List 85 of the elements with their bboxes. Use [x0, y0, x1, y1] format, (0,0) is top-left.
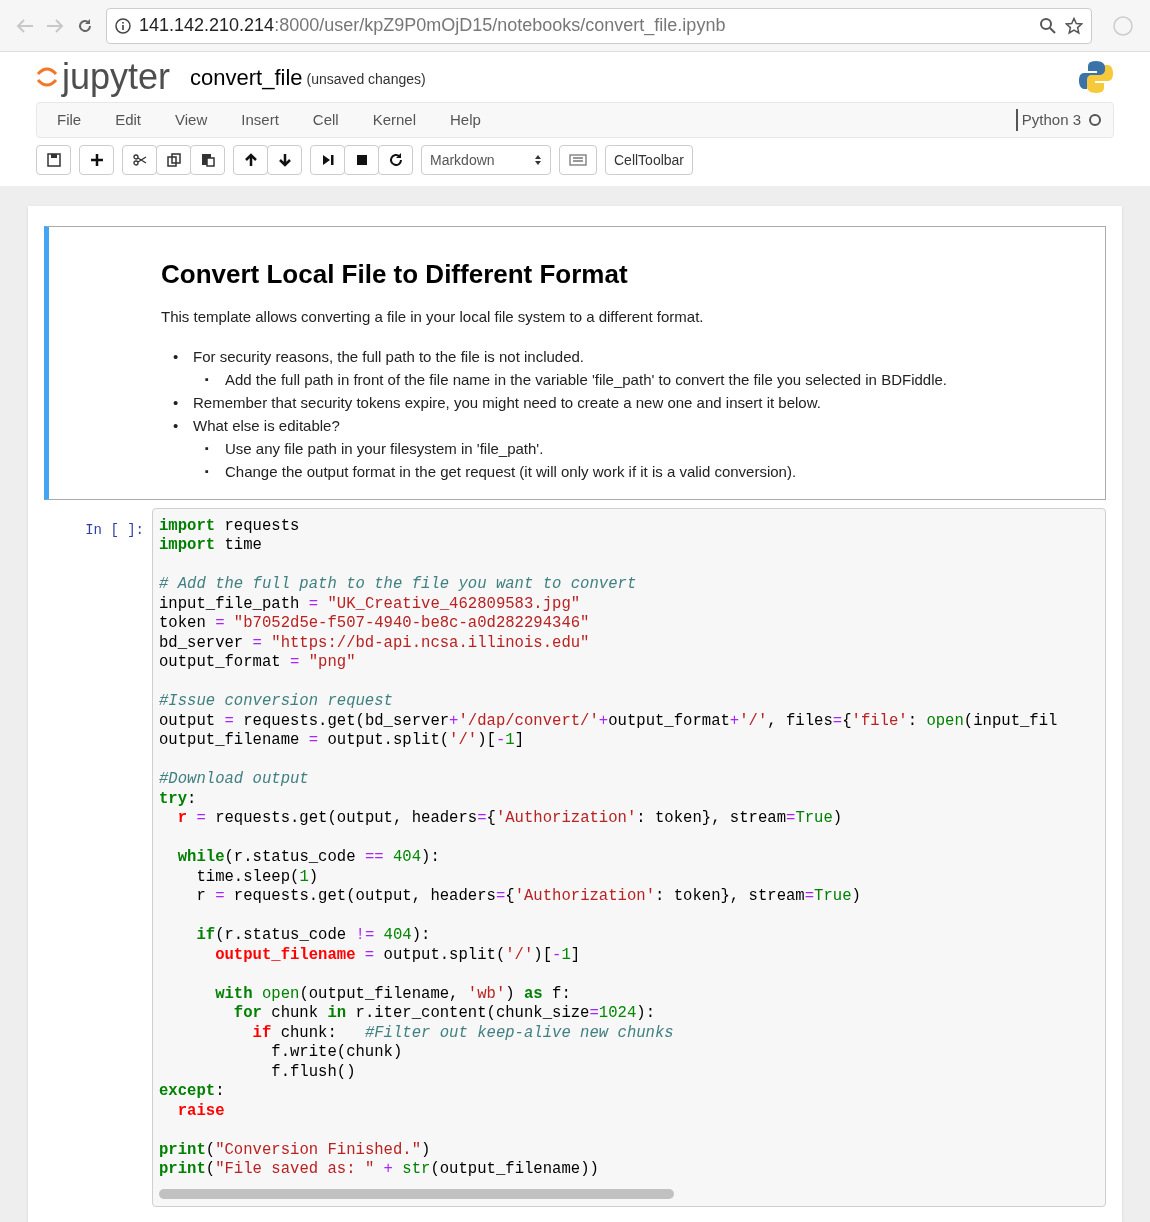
code-line: r = requests.get(output, headers={'Authorization': token}, stream=True): [195, 887, 862, 907]
code-line: try:: [159, 789, 198, 809]
bullet-marker: ▪: [205, 463, 210, 479]
url-text: 141.142.210.214:8000/user/kpZ9P0mOjD15/notebooks/convert_file.ipynb: [139, 14, 727, 38]
code-line: raise: [176, 1101, 226, 1121]
list-item: Use any file path in your filesystem in 'file_path'.: [225, 438, 544, 459]
list-item: Remember that security tokens expire, you might need to create a new one and insert it below.: [193, 392, 821, 413]
keyboard-button[interactable]: [559, 145, 597, 175]
list-item: Add the full path in front of the file name in the variable 'file_path' to convert the file you selected in BDFiddle.: [225, 369, 947, 390]
logo-text: jupyter: [62, 59, 171, 95]
scissors-button[interactable]: [122, 145, 157, 175]
menu-item[interactable]: Cell: [304, 108, 347, 132]
code-line: output_filename = output.split('/')[-1]: [159, 731, 525, 751]
menu-item[interactable]: Kernel: [364, 108, 424, 132]
paragraph: This template allows converting a file in your local file system to a different format.: [161, 307, 705, 327]
code-line: #Download output: [159, 770, 310, 790]
bullet-marker: •: [173, 392, 180, 413]
code-line: #Issue conversion request: [159, 692, 394, 712]
paste-button[interactable]: [190, 145, 225, 175]
code-line: input_file_path = "UK_Creative_462809583.jpg": [159, 594, 582, 614]
arrow-up-button[interactable]: [233, 145, 268, 175]
list-item: For security reasons, the full path to the file is not included.: [193, 346, 585, 367]
code-line: r = requests.get(output, headers={'Authorization': token}, stream=True): [176, 809, 844, 829]
menu-item[interactable]: Help: [442, 108, 489, 132]
menu-item[interactable]: View: [167, 108, 216, 132]
code-line: output_filename = output.split('/')[-1]: [214, 945, 582, 965]
code-line: output_format = "png": [159, 653, 357, 673]
bullet-marker: •: [173, 415, 180, 436]
arrow-down-icon: [276, 152, 293, 168]
cell-type-dropdown[interactable]: Markdown: [421, 145, 551, 175]
code-line: for chunk in r.iter_content(chunk_size=1024):: [232, 1004, 656, 1024]
menu-item[interactable]: File: [49, 108, 90, 132]
code-line: with open(output_filename, 'wb') as f:: [214, 984, 572, 1004]
bullet-marker: ▪: [205, 440, 210, 456]
code-line: time.sleep(1): [195, 867, 320, 887]
star-icon[interactable]: [1065, 16, 1083, 35]
stop-button[interactable]: [344, 145, 379, 175]
code-line: while(r.status_code == 404):: [176, 848, 441, 868]
address-bar[interactable]: 141.142.210.214:8000/user/kpZ9P0mOjD15/notebooks/convert_file.ipynb: [106, 7, 1092, 44]
refresh-icon: [387, 152, 404, 168]
code-line: # Add the full path to the file you want to convert: [159, 575, 638, 595]
list-item: What else is editable?: [193, 415, 340, 436]
plus-icon: [88, 152, 105, 168]
arrow-down-button[interactable]: [267, 145, 302, 175]
code-line: bd_server = "https://bd-api.ncsa.illinois.edu": [159, 633, 591, 653]
notebook-name[interactable]: convert_file: [190, 60, 303, 94]
code-line: token = "b7052d5e-f507-4940-be8c-a0d282294346": [159, 614, 591, 634]
refresh-button[interactable]: [378, 145, 413, 175]
bullet-marker: •: [173, 346, 180, 367]
code-line: print("Conversion Finished."): [159, 1140, 432, 1160]
step-forward-button[interactable]: [310, 145, 345, 175]
jupyter-logo[interactable]: jupyter: [36, 59, 171, 95]
bullet-marker: ▪: [205, 371, 210, 387]
kernel-name[interactable]: Python 3: [1021, 108, 1081, 132]
list-item: Change the output format in the get request (it will only work if it is a valid conversion).: [225, 461, 797, 482]
menu-item[interactable]: Insert: [233, 108, 287, 132]
zoom-icon[interactable]: [1039, 16, 1057, 35]
input-prompt: In [ ]:: [84, 520, 144, 540]
scissors-icon: [131, 152, 148, 168]
python-logo-icon: [1078, 59, 1114, 95]
save-status: (unsaved changes): [306, 69, 426, 89]
paste-icon: [199, 152, 216, 168]
keyboard-icon: [569, 154, 587, 166]
save-icon: [45, 152, 62, 168]
code-line: output = requests.get(bd_server+'/dap/convert/'+output_format+'/', files={'file': open(input_fil: [159, 711, 1059, 731]
code-line: if chunk: #Filter out keep-alive new chunks: [251, 1023, 675, 1043]
code-line: import requests: [159, 516, 301, 536]
copy-icon: [165, 152, 182, 168]
code-line: import time: [159, 536, 263, 556]
cell-toolbar-button[interactable]: CellToolbar: [605, 145, 694, 175]
markdown-cell[interactable]: [44, 226, 1106, 500]
dropdown-arrows-icon: [534, 154, 542, 166]
code-editor[interactable]: [152, 507, 1106, 1207]
save-button[interactable]: [36, 145, 71, 175]
heading: Convert Local File to Different Format: [161, 258, 629, 291]
scrollbar-thumb[interactable]: [159, 1188, 674, 1199]
code-line: except:: [159, 1082, 226, 1102]
code-line: if(r.status_code != 404):: [195, 926, 432, 946]
code-line: print("File saved as: " + str(output_filename)): [159, 1160, 600, 1180]
code-line: f.flush(): [270, 1062, 357, 1082]
plus-button[interactable]: [79, 145, 114, 175]
copy-button[interactable]: [156, 145, 191, 175]
info-icon: [115, 17, 131, 34]
code-line: f.write(chunk): [270, 1043, 404, 1063]
menu-item[interactable]: Edit: [107, 108, 150, 132]
